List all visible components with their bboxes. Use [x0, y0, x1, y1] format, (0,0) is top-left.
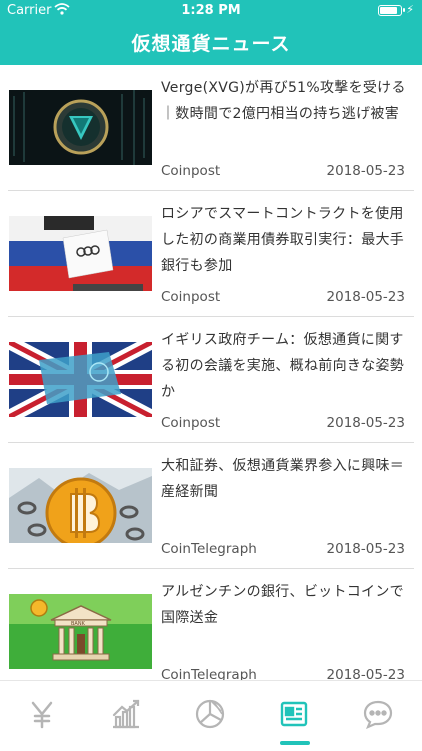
news-item[interactable]: ロシアでスマートコントラクトを使用した初の商業用債券取引実行：最大手銀行も参加 …	[0, 191, 422, 317]
tab-news[interactable]	[252, 681, 336, 751]
news-source: CoinTelegraph	[161, 541, 257, 557]
news-headline[interactable]: ロシアでスマートコントラクトを使用した初の商業用債券取引実行：最大手銀行も参加	[161, 201, 411, 279]
tab-chart[interactable]	[84, 681, 168, 751]
chart-icon	[111, 699, 141, 733]
active-tab-indicator	[280, 741, 310, 745]
chat-icon	[363, 699, 393, 733]
news-thumbnail-bitcoin	[9, 468, 152, 543]
news-source: Coinpost	[161, 415, 221, 431]
news-item[interactable]: Verge(XVG)が再び51%攻撃を受ける｜数時間で2億円相当の持ち逃げ被害 …	[0, 65, 422, 191]
news-item[interactable]: BANK アルゼンチンの銀行、ビットコインで国際送金 CoinTelegraph…	[0, 569, 422, 680]
news-source: CoinTelegraph	[161, 667, 257, 680]
news-date: 2018-05-23	[326, 289, 405, 305]
news-date: 2018-05-23	[326, 163, 405, 179]
news-headline[interactable]: イギリス政府チーム：仮想通貨に関する初の会議を実施、概ね前向きな姿勢か	[161, 327, 411, 405]
news-item[interactable]: イギリス政府チーム：仮想通貨に関する初の会議を実施、概ね前向きな姿勢か Coin…	[0, 317, 422, 443]
tab-chat[interactable]	[336, 681, 420, 751]
news-headline[interactable]: 大和証券、仮想通貨業界参入に興味＝産経新聞	[161, 453, 411, 505]
page-title: 仮想通貨ニュース	[131, 33, 291, 55]
news-headline[interactable]: アルゼンチンの銀行、ビットコインで国際送金	[161, 579, 411, 631]
news-thumbnail-verge	[9, 90, 152, 165]
pie-icon	[195, 699, 225, 733]
battery-icon	[378, 5, 405, 16]
tab-bar	[0, 680, 422, 751]
news-date: 2018-05-23	[326, 667, 405, 680]
svg-text:BANK: BANK	[71, 621, 86, 627]
news-thumbnail-bank: BANK	[9, 594, 152, 669]
news-item[interactable]: 大和証券、仮想通貨業界参入に興味＝産経新聞 CoinTelegraph 2018…	[0, 443, 422, 569]
news-list[interactable]: Verge(XVG)が再び51%攻撃を受ける｜数時間で2億円相当の持ち逃げ被害 …	[0, 65, 422, 680]
news-date: 2018-05-23	[326, 415, 405, 431]
news-headline[interactable]: Verge(XVG)が再び51%攻撃を受ける｜数時間で2億円相当の持ち逃げ被害	[161, 75, 411, 127]
news-source: Coinpost	[161, 289, 221, 305]
yen-icon	[27, 699, 57, 733]
news-thumbnail-russia	[9, 216, 152, 291]
news-source: Coinpost	[161, 163, 221, 179]
tab-portfolio[interactable]	[168, 681, 252, 751]
status-bar: Carrier 1:28 PM ⚡	[0, 0, 422, 22]
news-icon	[279, 699, 309, 733]
clock: 1:28 PM	[181, 3, 241, 18]
news-date: 2018-05-23	[326, 541, 405, 557]
charging-icon: ⚡	[406, 3, 414, 16]
news-thumbnail-uk	[9, 342, 152, 417]
app-header: Carrier 1:28 PM ⚡ 仮想通貨ニュース	[0, 0, 422, 65]
tab-price[interactable]	[0, 681, 84, 751]
